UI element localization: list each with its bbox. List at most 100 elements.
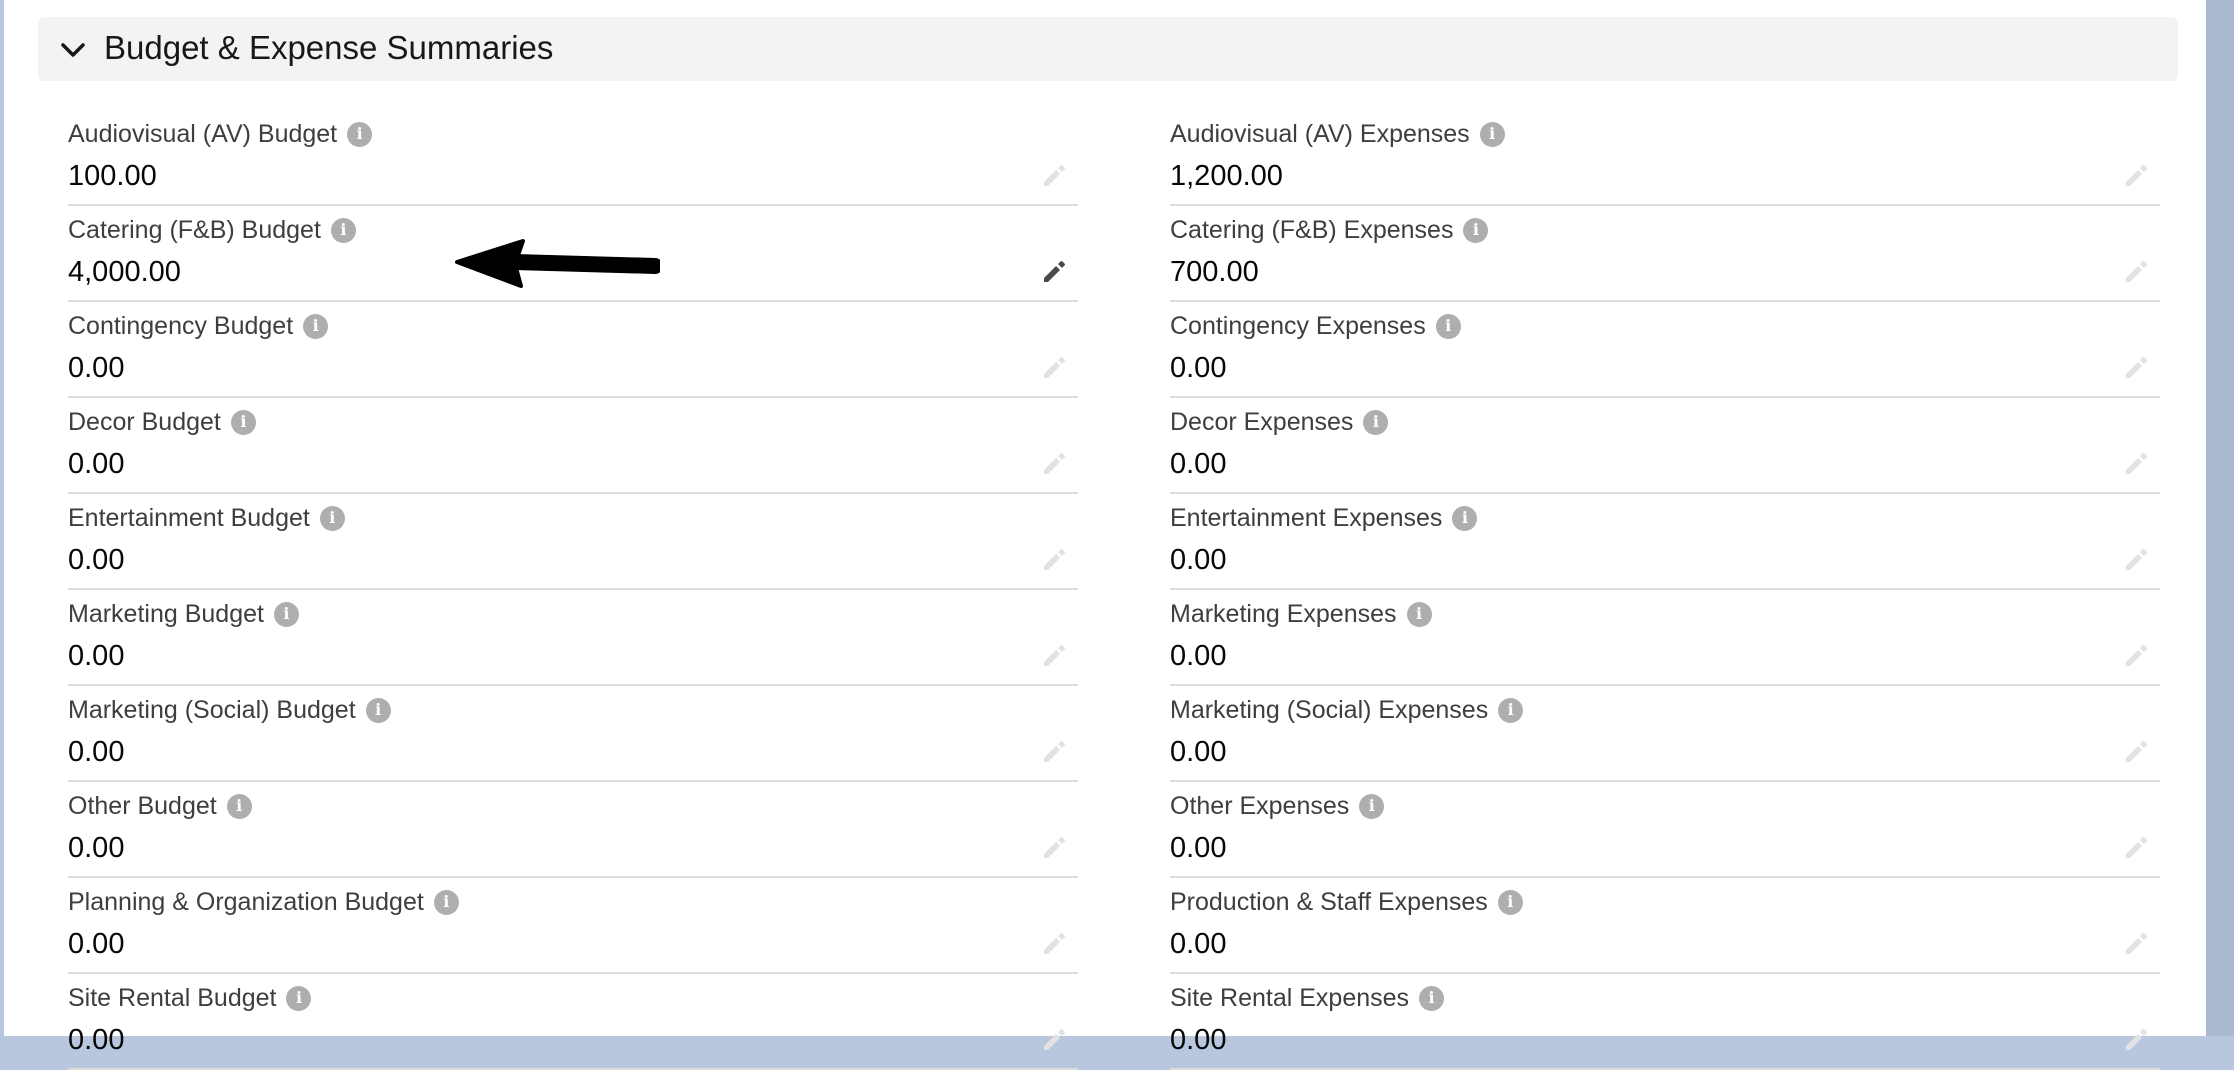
info-icon[interactable]: i <box>1435 313 1461 339</box>
info-icon[interactable]: i <box>330 217 356 243</box>
field-label-row: Other Expenses i <box>1170 790 1385 822</box>
field-value: 0.00 <box>68 352 125 384</box>
info-icon[interactable]: i <box>1359 793 1385 819</box>
field-value: 0.00 <box>68 736 125 768</box>
field-value: 0.00 <box>1170 832 1227 864</box>
info-icon[interactable]: i <box>1497 889 1523 915</box>
field-label-row: Marketing Expenses i <box>1170 598 1432 630</box>
info-icon[interactable]: i <box>1419 985 1445 1011</box>
chevron-down-icon[interactable] <box>60 41 86 59</box>
info-icon[interactable]: i <box>273 601 299 627</box>
field-label: Planning & Organization Budget <box>68 887 424 916</box>
field-label: Catering (F&B) Budget <box>68 215 321 244</box>
field-label: Decor Expenses <box>1170 407 1354 436</box>
info-icon[interactable]: i <box>365 697 391 723</box>
field-label: Production & Staff Expenses <box>1170 887 1488 916</box>
right-field-1: Catering (F&B) Expenses i 700.00 <box>1170 204 2160 302</box>
left-field-4: Entertainment Budget i 0.00 <box>68 492 1078 590</box>
info-icon[interactable]: i <box>433 889 459 915</box>
left-field-7: Other Budget i 0.00 <box>68 780 1078 878</box>
field-label-row: Entertainment Expenses i <box>1170 502 1478 534</box>
pencil-icon[interactable] <box>2122 258 2150 286</box>
pencil-icon[interactable] <box>2122 930 2150 958</box>
left-field-2: Contingency Budget i 0.00 <box>68 300 1078 398</box>
pencil-icon[interactable] <box>2122 834 2150 862</box>
field-value: 0.00 <box>1170 544 1227 576</box>
right-field-5: Marketing Expenses i 0.00 <box>1170 588 2160 686</box>
info-icon[interactable]: i <box>1363 409 1389 435</box>
field-value: 0.00 <box>1170 928 1227 960</box>
field-label-row: Catering (F&B) Budget i <box>68 214 356 246</box>
field-label-row: Site Rental Budget i <box>68 982 312 1014</box>
field-label-row: Contingency Budget i <box>68 310 329 342</box>
field-label-row: Catering (F&B) Expenses i <box>1170 214 1489 246</box>
left-field-6: Marketing (Social) Budget i 0.00 <box>68 684 1078 782</box>
field-label-row: Site Rental Expenses i <box>1170 982 1445 1014</box>
info-icon[interactable]: i <box>319 505 345 531</box>
field-value: 0.00 <box>68 640 125 672</box>
pencil-icon[interactable] <box>2122 1026 2150 1054</box>
pencil-icon[interactable] <box>1040 162 1068 190</box>
info-icon[interactable]: i <box>303 313 329 339</box>
info-icon[interactable]: i <box>1463 217 1489 243</box>
field-label: Audiovisual (AV) Budget <box>68 119 338 148</box>
info-icon[interactable]: i <box>230 409 256 435</box>
right-field-2: Contingency Expenses i 0.00 <box>1170 300 2160 398</box>
field-label-row: Decor Budget i <box>68 406 256 438</box>
field-label: Entertainment Expenses <box>1170 503 1443 532</box>
field-value: 0.00 <box>1170 736 1227 768</box>
pencil-icon[interactable] <box>2122 450 2150 478</box>
pencil-icon[interactable] <box>1040 738 1068 766</box>
field-value: 100.00 <box>68 160 157 192</box>
field-value: 0.00 <box>68 928 125 960</box>
field-label: Site Rental Expenses <box>1170 983 1410 1012</box>
info-icon[interactable]: i <box>286 985 312 1011</box>
field-label-row: Planning & Organization Budget i <box>68 886 459 918</box>
info-icon[interactable]: i <box>1498 697 1524 723</box>
field-value: 0.00 <box>68 1024 125 1056</box>
pencil-icon[interactable] <box>2122 642 2150 670</box>
info-icon[interactable]: i <box>226 793 252 819</box>
right-field-3: Decor Expenses i 0.00 <box>1170 396 2160 494</box>
right-field-0: Audiovisual (AV) Expenses i 1,200.00 <box>1170 108 2160 206</box>
pencil-icon[interactable] <box>1040 546 1068 574</box>
field-label: Audiovisual (AV) Expenses <box>1170 119 1470 148</box>
info-icon[interactable]: i <box>347 121 373 147</box>
pencil-icon[interactable] <box>1040 258 1068 286</box>
field-label: Catering (F&B) Expenses <box>1170 215 1454 244</box>
field-label: Contingency Expenses <box>1170 311 1426 340</box>
right-field-7: Other Expenses i 0.00 <box>1170 780 2160 878</box>
field-label-row: Marketing Budget i <box>68 598 299 630</box>
pencil-icon[interactable] <box>1040 642 1068 670</box>
field-label: Contingency Budget <box>68 311 294 340</box>
pencil-icon[interactable] <box>1040 834 1068 862</box>
field-value: 0.00 <box>68 448 125 480</box>
pencil-icon[interactable] <box>1040 1026 1068 1054</box>
section-title: Budget & Expense Summaries <box>104 29 554 66</box>
field-value: 0.00 <box>1170 448 1227 480</box>
field-value: 0.00 <box>1170 352 1227 384</box>
left-field-8: Planning & Organization Budget i 0.00 <box>68 876 1078 974</box>
field-label: Other Budget <box>68 791 217 820</box>
right-field-4: Entertainment Expenses i 0.00 <box>1170 492 2160 590</box>
info-icon[interactable]: i <box>1452 505 1478 531</box>
pencil-icon[interactable] <box>2122 162 2150 190</box>
field-label-row: Production & Staff Expenses i <box>1170 886 1523 918</box>
field-value: 0.00 <box>68 832 125 864</box>
info-icon[interactable]: i <box>1479 121 1505 147</box>
section-header-budget-expense[interactable]: Budget & Expense Summaries <box>38 17 2178 81</box>
pencil-icon[interactable] <box>1040 450 1068 478</box>
field-label: Marketing (Social) Budget <box>68 695 356 724</box>
pencil-icon[interactable] <box>1040 930 1068 958</box>
pencil-icon[interactable] <box>2122 354 2150 382</box>
field-label: Entertainment Budget <box>68 503 310 532</box>
field-value: 0.00 <box>68 544 125 576</box>
field-label-row: Audiovisual (AV) Budget i <box>68 118 373 150</box>
pencil-icon[interactable] <box>1040 354 1068 382</box>
pencil-icon[interactable] <box>2122 738 2150 766</box>
field-label-row: Other Budget i <box>68 790 252 822</box>
info-icon[interactable]: i <box>1406 601 1432 627</box>
pencil-icon[interactable] <box>2122 546 2150 574</box>
field-label-row: Contingency Expenses i <box>1170 310 1461 342</box>
left-field-1: Catering (F&B) Budget i 4,000.00 <box>68 204 1078 302</box>
